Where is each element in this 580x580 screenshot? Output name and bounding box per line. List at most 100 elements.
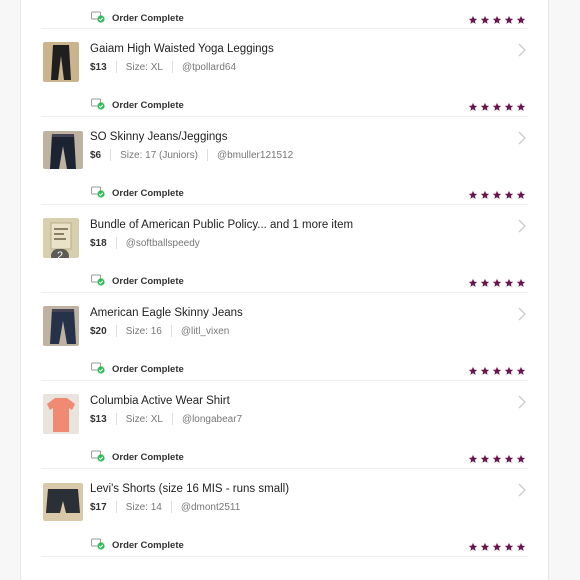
order-row[interactable]: Columbia Active Wear Shirt $13 Size: XL @lo… xyxy=(41,381,528,469)
star-icon xyxy=(504,99,514,117)
item-size: Size: XL xyxy=(125,61,163,73)
item-title[interactable]: SO Skinny Jeans/Jeggings xyxy=(90,131,227,143)
bundle-count-badge: 2 xyxy=(51,249,69,258)
seller-handle[interactable]: @softballspeedy xyxy=(126,238,200,249)
rating-stars xyxy=(468,12,526,30)
star-icon xyxy=(480,451,490,469)
star-icon xyxy=(468,451,478,469)
order-status: Order Complete xyxy=(91,98,184,113)
star-icon xyxy=(468,99,478,117)
item-price: $13 xyxy=(90,413,107,425)
star-icon xyxy=(492,99,502,117)
seller-handle[interactable]: @dmont2511 xyxy=(181,502,240,513)
order-status: Order Complete xyxy=(91,186,184,201)
item-title[interactable]: Bundle of American Public Policy... and … xyxy=(90,219,353,231)
status-label: Order Complete xyxy=(112,276,184,287)
star-icon xyxy=(516,99,526,117)
item-size: Size: 17 (Juniors) xyxy=(120,149,198,161)
divider xyxy=(115,237,117,249)
star-icon xyxy=(516,451,526,469)
divider xyxy=(115,413,117,425)
item-title[interactable]: American Eagle Skinny Jeans xyxy=(90,307,243,319)
divider xyxy=(110,149,112,161)
book-bundle-icon[interactable]: 2 xyxy=(43,218,79,258)
star-icon xyxy=(504,12,514,30)
order-complete-icon xyxy=(91,186,105,201)
chevron-right-icon[interactable] xyxy=(517,43,527,62)
order-row[interactable]: Levi's Shorts (size 16 MIS - runs small)… xyxy=(41,469,528,557)
seller-handle[interactable]: @tpollard64 xyxy=(182,62,236,73)
star-icon xyxy=(468,539,478,557)
jeans-icon[interactable] xyxy=(43,306,79,346)
star-icon xyxy=(468,187,478,205)
order-row[interactable]: Gaiam High Waisted Yoga Leggings $13 Size:… xyxy=(41,29,528,117)
rating-stars xyxy=(468,539,526,557)
star-icon xyxy=(480,187,490,205)
order-complete-icon xyxy=(91,274,105,289)
order-complete-icon xyxy=(91,362,105,377)
item-title[interactable]: Columbia Active Wear Shirt xyxy=(90,395,230,407)
status-label: Order Complete xyxy=(112,540,184,551)
order-status: Order Complete xyxy=(91,362,184,377)
star-icon xyxy=(492,451,502,469)
status-label: Order Complete xyxy=(112,100,184,111)
order-row[interactable]: American Eagle Skinny Jeans $20 Size: 16 @l… xyxy=(41,293,528,381)
shirt-icon[interactable] xyxy=(43,394,79,434)
order-complete-icon xyxy=(91,538,105,553)
star-icon xyxy=(480,363,490,381)
divider xyxy=(170,325,172,337)
item-meta: $18 @softballspeedy xyxy=(90,237,200,249)
item-price: $20 xyxy=(90,325,107,337)
star-icon xyxy=(480,539,490,557)
order-status: Order Complete xyxy=(91,11,184,26)
status-label: Order Complete xyxy=(112,364,184,375)
seller-handle[interactable]: @longabear7 xyxy=(182,414,242,425)
order-complete-icon xyxy=(91,450,105,465)
divider xyxy=(171,61,173,73)
star-icon xyxy=(504,275,514,293)
item-meta: $13 Size: XL @tpollard64 xyxy=(90,61,236,73)
rating-stars xyxy=(468,363,526,381)
item-title[interactable]: Gaiam High Waisted Yoga Leggings xyxy=(90,43,274,55)
order-status: Order Complete xyxy=(91,274,184,289)
chevron-right-icon[interactable] xyxy=(517,131,527,150)
status-label: Order Complete xyxy=(112,452,184,463)
shorts-icon[interactable] xyxy=(43,483,83,521)
chevron-right-icon[interactable] xyxy=(517,307,527,326)
item-price: $17 xyxy=(90,501,107,513)
item-meta: $13 Size: XL @longabear7 xyxy=(90,413,242,425)
item-price: $13 xyxy=(90,61,107,73)
chevron-right-icon[interactable] xyxy=(517,219,527,238)
star-icon xyxy=(468,363,478,381)
star-icon xyxy=(504,539,514,557)
leggings-icon[interactable] xyxy=(43,42,79,82)
star-icon xyxy=(492,363,502,381)
status-label: Order Complete xyxy=(112,13,184,24)
star-icon xyxy=(492,275,502,293)
star-icon xyxy=(516,363,526,381)
star-icon xyxy=(492,12,502,30)
chevron-right-icon[interactable] xyxy=(517,483,527,502)
star-icon xyxy=(504,451,514,469)
item-size: Size: 16 xyxy=(125,325,162,337)
star-icon xyxy=(480,275,490,293)
rating-stars xyxy=(468,187,526,205)
order-row[interactable]: $4Size: OS@flyingporcupineOrder Complete xyxy=(41,0,528,29)
star-icon xyxy=(492,539,502,557)
seller-handle[interactable]: @bmuller121512 xyxy=(217,150,293,161)
star-icon xyxy=(516,187,526,205)
item-title[interactable]: Levi's Shorts (size 16 MIS - runs small) xyxy=(90,483,289,495)
divider xyxy=(170,501,172,513)
order-row[interactable]: SO Skinny Jeans/Jeggings $6 Size: 17 (Juni… xyxy=(41,117,528,205)
chevron-right-icon[interactable] xyxy=(517,395,527,414)
divider xyxy=(115,61,117,73)
item-price: $6 xyxy=(90,149,102,161)
seller-handle[interactable]: @litl_vixen xyxy=(181,326,230,337)
jeans-icon[interactable] xyxy=(43,131,83,169)
star-icon xyxy=(468,12,478,30)
order-list: $4Size: OS@flyingporcupineOrder Complete… xyxy=(21,0,548,557)
order-row[interactable]: 2 Bundle of American Public Policy... and… xyxy=(41,205,528,293)
item-meta: $17 Size: 14 @dmont2511 xyxy=(90,501,240,513)
order-complete-icon xyxy=(91,11,105,26)
order-complete-icon xyxy=(91,98,105,113)
